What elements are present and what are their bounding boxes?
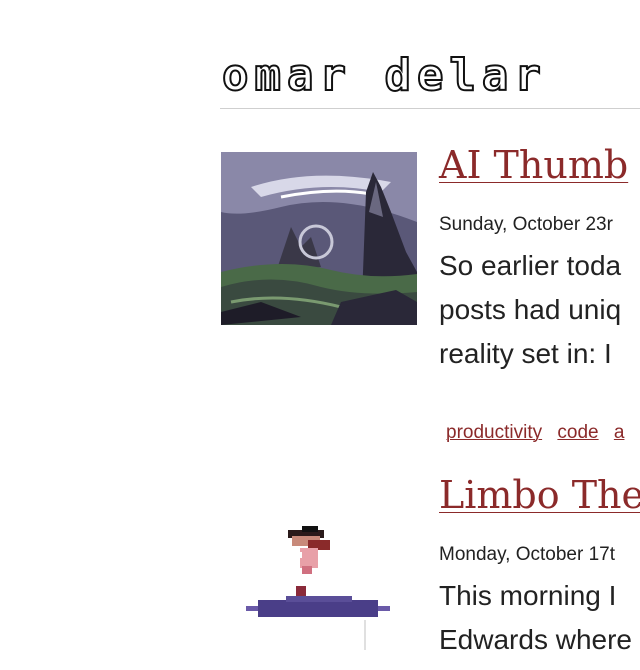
site-title[interactable]: omar delar (221, 48, 547, 104)
excerpt-line: reality set in: I (439, 338, 612, 369)
mountain-landscape-thumbnail-icon (221, 152, 417, 325)
post-tags: productivity code a (446, 420, 634, 446)
post-thumbnail-sprite[interactable] (246, 522, 396, 652)
title-divider (220, 108, 640, 109)
post-excerpt: This morning I Edwards where (439, 574, 632, 662)
excerpt-line: So earlier toda (439, 250, 622, 281)
post-excerpt: So earlier toda posts had uniq reality s… (439, 244, 621, 376)
tag-link-productivity[interactable]: productivity (446, 422, 542, 443)
tag-link-code[interactable]: code (557, 422, 598, 443)
tag-link-a[interactable]: a (614, 422, 625, 443)
post-date: Sunday, October 23r (439, 214, 613, 235)
excerpt-line: Edwards where (439, 624, 632, 655)
excerpt-line: This morning I (439, 580, 617, 611)
post-thumbnail-landscape[interactable] (221, 152, 417, 325)
post-title-link[interactable]: AI Thumb (439, 142, 628, 188)
post-title-link[interactable]: Limbo The (439, 472, 640, 518)
excerpt-line: posts had uniq (439, 294, 622, 325)
post-date: Monday, October 17t (439, 544, 616, 565)
pixel-character-on-platform-icon (246, 526, 390, 650)
